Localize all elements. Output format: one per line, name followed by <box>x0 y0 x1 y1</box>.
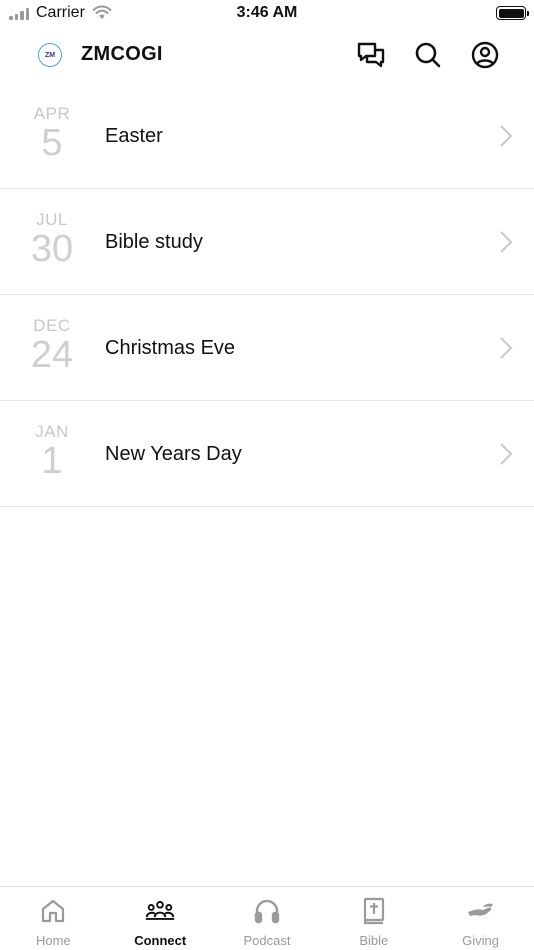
tab-podcast[interactable]: Podcast <box>214 887 321 950</box>
event-title: Bible study <box>105 231 203 253</box>
tab-label: Giving <box>462 933 500 948</box>
app-logo: ZM <box>38 43 62 67</box>
chevron-right-icon <box>500 443 513 465</box>
logo-text: ZM <box>44 51 56 59</box>
tab-giving[interactable]: Giving <box>427 887 534 950</box>
status-time: 3:46 AM <box>236 4 298 21</box>
event-row-easter[interactable]: APR 5 Easter <box>0 83 534 189</box>
event-title: New Years Day <box>105 443 242 465</box>
app-header: ZM ZMCOGI <box>0 30 534 80</box>
search-icon[interactable] <box>412 39 444 71</box>
event-date: JAN 1 <box>22 422 82 482</box>
event-day: 30 <box>30 228 74 270</box>
tab-label: Connect <box>134 933 187 948</box>
event-row-bible-study[interactable]: JUL 30 Bible study <box>0 189 534 295</box>
event-title: Easter <box>105 125 163 147</box>
chevron-right-icon <box>500 337 513 359</box>
tab-label: Bible <box>359 933 389 948</box>
event-month: DEC <box>33 316 71 335</box>
tab-label: Podcast <box>243 933 291 948</box>
home-icon <box>38 897 68 925</box>
event-month: JAN <box>35 422 69 441</box>
event-date: DEC 24 <box>22 316 82 376</box>
tab-bible[interactable]: Bible <box>320 887 427 950</box>
event-date: JUL 30 <box>22 210 82 270</box>
event-month: JUL <box>36 210 68 229</box>
app-title: ZMCOGI <box>81 43 163 65</box>
tab-connect[interactable]: Connect <box>107 887 214 950</box>
event-month: APR <box>33 104 71 123</box>
status-bar: Carrier 3:46 AM <box>0 0 534 28</box>
event-row-new-years-day[interactable]: JAN 1 New Years Day <box>0 401 534 507</box>
headphones-icon <box>252 897 282 925</box>
event-day: 1 <box>41 440 63 482</box>
event-date: APR 5 <box>22 104 82 164</box>
account-icon[interactable] <box>469 39 501 71</box>
app-screen: Carrier 3:46 AM ZM ZMCOGI APR 5 Easter J… <box>0 0 534 950</box>
chevron-right-icon <box>500 231 513 253</box>
event-row-christmas-eve[interactable]: DEC 24 Christmas Eve <box>0 295 534 401</box>
event-day: 24 <box>30 334 74 376</box>
event-day: 5 <box>41 122 63 164</box>
bible-icon <box>359 897 389 925</box>
people-icon <box>145 897 175 925</box>
chevron-right-icon <box>500 125 513 147</box>
tab-home[interactable]: Home <box>0 887 107 950</box>
tab-label: Home <box>36 933 71 948</box>
tab-bar: Home Connect Podcast Bible Giving <box>0 886 534 950</box>
battery-icon <box>496 6 529 20</box>
chat-bubbles-icon[interactable] <box>355 39 387 71</box>
giving-hand-icon <box>466 897 496 925</box>
event-title: Christmas Eve <box>105 337 236 359</box>
event-list: APR 5 Easter JUL 30 Bible study DEC 24 C… <box>0 83 534 507</box>
